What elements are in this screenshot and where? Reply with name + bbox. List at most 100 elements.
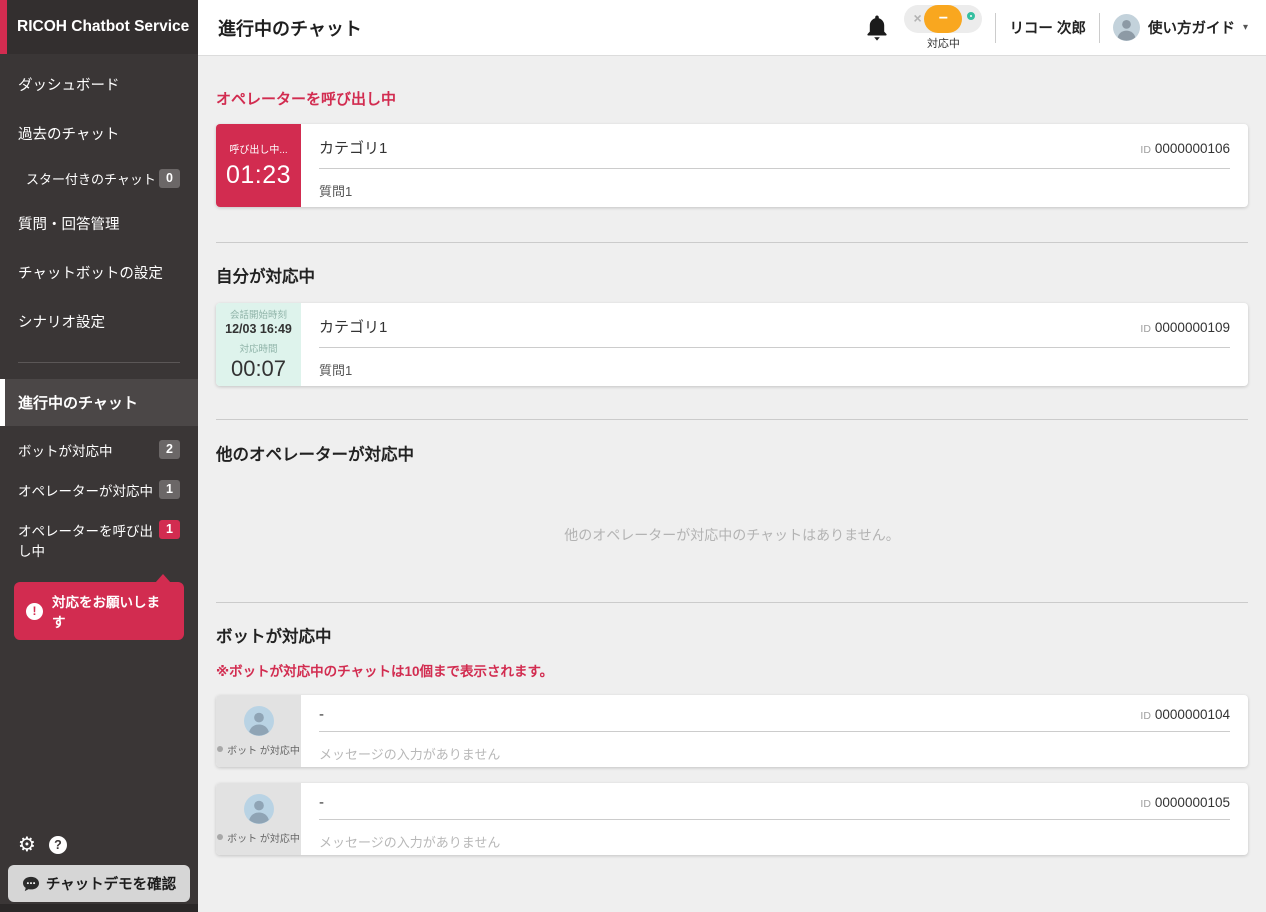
availability-toggle[interactable]: × −: [904, 5, 982, 33]
header-right: × − 対応中 リコー 次郎 使い方ガイド ▾: [863, 5, 1248, 51]
card-question: 質問1: [319, 169, 1230, 200]
chat-demo-button-label: チャットデモを確認: [46, 873, 176, 894]
id-label: ID: [1140, 710, 1151, 722]
message-placeholder: メッセージの入力がありません: [319, 732, 1230, 763]
id-value: 0000000106: [1155, 141, 1230, 156]
attention-callout[interactable]: ! 対応をお願いします: [14, 582, 184, 640]
sidebar-item-label: チャットボットの設定: [18, 266, 163, 282]
bot-status: ボット が対応中: [217, 830, 300, 845]
sidebar-divider: [18, 362, 180, 363]
notifications-button[interactable]: [863, 12, 891, 44]
count-badge: 1: [159, 480, 180, 499]
sidebar: RICOH Chatbot Service ダッシュボード 過去のチャット 0 …: [0, 0, 198, 912]
bot-limit-note: ※ボットが対応中のチャットは10個まで表示されます。: [216, 660, 1248, 680]
chat-card-bot[interactable]: ボット が対応中 - ID0000000104 メッセージの入力がありません: [216, 695, 1248, 767]
id-value: 0000000109: [1155, 320, 1230, 335]
duration-label: 対応時間: [239, 341, 277, 355]
sidebar-nav: ダッシュボード 過去のチャット 0 スター付きのチャット 質問・回答管理 チャッ…: [0, 60, 198, 346]
alert-count-badge: 1: [159, 520, 180, 539]
sidebar-item-label: ダッシュボード: [18, 78, 120, 94]
section-heading-bot: ボットが対応中: [216, 623, 1248, 647]
chat-card-calling[interactable]: 呼び出し中... 01:23 カテゴリ1 ID0000000106 質問1: [216, 124, 1248, 207]
gear-icon[interactable]: ⚙: [18, 835, 36, 855]
section-heading-calling: オペレーターを呼び出し中: [216, 88, 1248, 109]
timer-label: 呼び出し中...: [229, 141, 287, 156]
start-time-label: 会話開始時刻: [230, 307, 287, 321]
sidebar-item-active-chats[interactable]: 進行中のチャット: [0, 379, 198, 426]
chat-demo-button[interactable]: チャットデモを確認: [8, 865, 190, 902]
section-heading-mine: 自分が対応中: [216, 263, 1248, 287]
sidebar-item-bot-handling[interactable]: 2 ボットが対応中: [0, 430, 198, 470]
chat-id: ID 0000000104: [1140, 707, 1230, 722]
chat-id: ID0000000105: [1140, 795, 1230, 810]
message-placeholder: メッセージの入力がありません: [319, 820, 1230, 851]
chat-id: ID 0000000106: [1140, 141, 1230, 156]
section-divider: [216, 419, 1248, 420]
sidebar-subnav: 2 ボットが対応中 1 オペレーターが対応中 1 オペレーターを呼び出し中: [0, 430, 198, 570]
count-badge: 0: [159, 169, 180, 188]
user-name: リコー 次郎: [1009, 17, 1086, 38]
guide-dropdown[interactable]: 使い方ガイド ▾: [1113, 14, 1248, 41]
avatar: [1113, 14, 1140, 41]
sidebar-item-label: ボットが対応中: [18, 444, 113, 459]
availability-status-label: 対応中: [927, 35, 960, 51]
section-divider: [216, 242, 1248, 243]
bot-avatar: [244, 706, 274, 736]
sidebar-item-operator-calling[interactable]: 1 オペレーターを呼び出し中: [0, 510, 198, 570]
card-title: -: [319, 794, 324, 811]
main-content: オペレーターを呼び出し中 呼び出し中... 01:23 カテゴリ1 ID0000…: [198, 56, 1266, 912]
header-divider: [1099, 13, 1100, 43]
callout-label: 対応をお願いします: [52, 591, 172, 631]
app-logo: RICOH Chatbot Service: [0, 0, 198, 54]
sidebar-item-label: 進行中のチャット: [18, 395, 138, 412]
timer-value: 01:23: [226, 161, 291, 190]
bot-panel: ボット が対応中: [216, 783, 301, 855]
sidebar-item-chatbot-settings[interactable]: チャットボットの設定: [0, 248, 198, 297]
sidebar-item-starred-chats[interactable]: 0 スター付きのチャット: [0, 158, 198, 199]
sidebar-item-label: オペレーターが対応中: [18, 484, 153, 499]
section-divider: [216, 602, 1248, 603]
id-value: 0000000105: [1155, 795, 1230, 810]
card-title: -: [319, 706, 324, 723]
card-category: カテゴリ1: [319, 316, 387, 337]
help-icon[interactable]: ?: [49, 836, 67, 854]
card-body: - ID 0000000104 メッセージの入力がありません: [301, 695, 1248, 767]
chevron-down-icon: ▾: [1243, 22, 1248, 33]
card-body: カテゴリ1 ID0000000106 質問1: [301, 124, 1248, 207]
sidebar-item-scenario-settings[interactable]: シナリオ設定: [0, 297, 198, 346]
toggle-busy-icon[interactable]: −: [924, 5, 962, 33]
bot-status-label: ボット が対応中: [227, 830, 300, 845]
count-badge: 2: [159, 440, 180, 459]
calling-timer-panel: 呼び出し中... 01:23: [216, 124, 301, 207]
chat-bubble-icon: [22, 876, 40, 892]
footer-icons: ⚙ ?: [8, 835, 190, 865]
sidebar-item-operator-handling[interactable]: 1 オペレーターが対応中: [0, 470, 198, 510]
bell-icon: [865, 14, 889, 42]
sidebar-item-label: オペレーターを呼び出し中: [18, 524, 153, 559]
chat-card-mine[interactable]: 会話開始時刻 12/03 16:49 対応時間 00:07 カテゴリ1 ID00…: [216, 303, 1248, 386]
sidebar-item-dashboard[interactable]: ダッシュボード: [0, 60, 198, 109]
bot-avatar: [244, 794, 274, 824]
start-time-value: 12/03 16:49: [225, 322, 292, 336]
mine-time-panel: 会話開始時刻 12/03 16:49 対応時間 00:07: [216, 303, 301, 386]
section-heading-others: 他のオペレーターが対応中: [216, 441, 1248, 465]
sidebar-item-label: 過去のチャット: [18, 127, 119, 143]
availability-toggle-wrap: × − 対応中: [904, 5, 982, 51]
toggle-available-icon[interactable]: [967, 12, 975, 20]
card-body: - ID0000000105 メッセージの入力がありません: [301, 783, 1248, 855]
duration-value: 00:07: [231, 356, 286, 382]
sidebar-footer: ⚙ ? チャットデモを確認: [0, 835, 198, 902]
chat-card-bot[interactable]: ボット が対応中 - ID0000000105 メッセージの入力がありません: [216, 783, 1248, 855]
status-dot-icon: [217, 746, 223, 752]
sidebar-item-label: シナリオ設定: [18, 315, 105, 331]
header-divider: [995, 13, 996, 43]
guide-label: 使い方ガイド: [1148, 17, 1235, 38]
sidebar-item-qa-management[interactable]: 質問・回答管理: [0, 199, 198, 248]
id-label: ID: [1140, 144, 1151, 156]
id-value: 0000000104: [1155, 707, 1230, 722]
sidebar-item-past-chats[interactable]: 過去のチャット: [0, 109, 198, 158]
chat-id: ID0000000109: [1140, 320, 1230, 335]
toggle-off-icon[interactable]: ×: [913, 10, 921, 26]
status-dot-icon: [217, 834, 223, 840]
page-title: 進行中のチャット: [218, 15, 362, 41]
